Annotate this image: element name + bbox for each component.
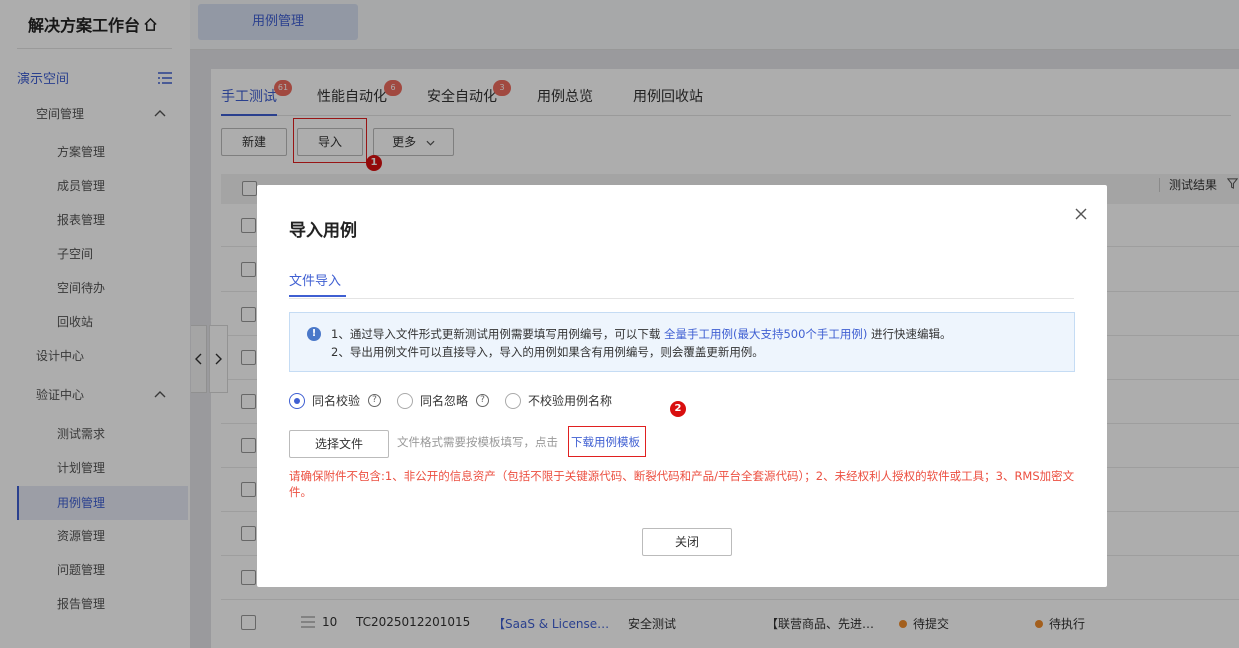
- info-line-1: 1、通过导入文件形式更新测试用例需要填写用例编号，可以下载 全量手工用例(最大支…: [331, 326, 952, 342]
- file-hint: 文件格式需要按模板填写，点击: [397, 435, 558, 449]
- info-box: ! 1、通过导入文件形式更新测试用例需要填写用例编号，可以下载 全量手工用例(最…: [289, 312, 1075, 372]
- close-icon[interactable]: [1075, 201, 1087, 225]
- tab-file-import[interactable]: 文件导入: [289, 270, 341, 289]
- tab-active-indicator: [289, 295, 346, 297]
- info-icon: !: [307, 327, 321, 341]
- radio-button[interactable]: [289, 392, 305, 409]
- info-text: 1、通过导入文件形式更新测试用例需要填写用例编号，可以下载: [331, 327, 664, 341]
- dialog-title: 导入用例: [289, 221, 357, 241]
- annotation-number: 2: [670, 401, 686, 417]
- radio-label: 同名校验: [312, 394, 361, 408]
- warning-text: 请确保附件不包含:1、非公开的信息资产（包括不限于关键源代码、断裂代码和产品/平…: [289, 469, 1075, 499]
- select-file-button[interactable]: 选择文件: [289, 430, 389, 458]
- help-icon[interactable]: ?: [368, 394, 382, 407]
- import-dialog: 导入用例 文件导入 ! 1、通过导入文件形式更新测试用例需要填写用例编号，可以下…: [257, 185, 1107, 587]
- radio-no-name-check[interactable]: 不校验用例名称: [505, 392, 612, 409]
- radio-same-name-check[interactable]: 同名校验?: [289, 392, 382, 409]
- annotation-box: [568, 426, 646, 457]
- radio-button[interactable]: [505, 392, 521, 409]
- info-line-2: 2、导出用例文件可以直接导入，导入的用例如果含有用例编号，则会覆盖更新用例。: [331, 345, 764, 359]
- radio-label: 同名忽略: [420, 394, 469, 408]
- radio-label: 不校验用例名称: [528, 394, 613, 408]
- download-all-cases-link[interactable]: 全量手工用例(最大支持500个手工用例): [664, 327, 867, 341]
- info-text: 进行快速编辑。: [867, 327, 952, 341]
- radio-button[interactable]: [397, 392, 413, 409]
- radio-same-name-ignore[interactable]: 同名忽略?: [397, 392, 490, 409]
- close-button[interactable]: 关闭: [642, 528, 732, 556]
- help-icon[interactable]: ?: [476, 394, 490, 407]
- tab-divider: [289, 298, 1074, 299]
